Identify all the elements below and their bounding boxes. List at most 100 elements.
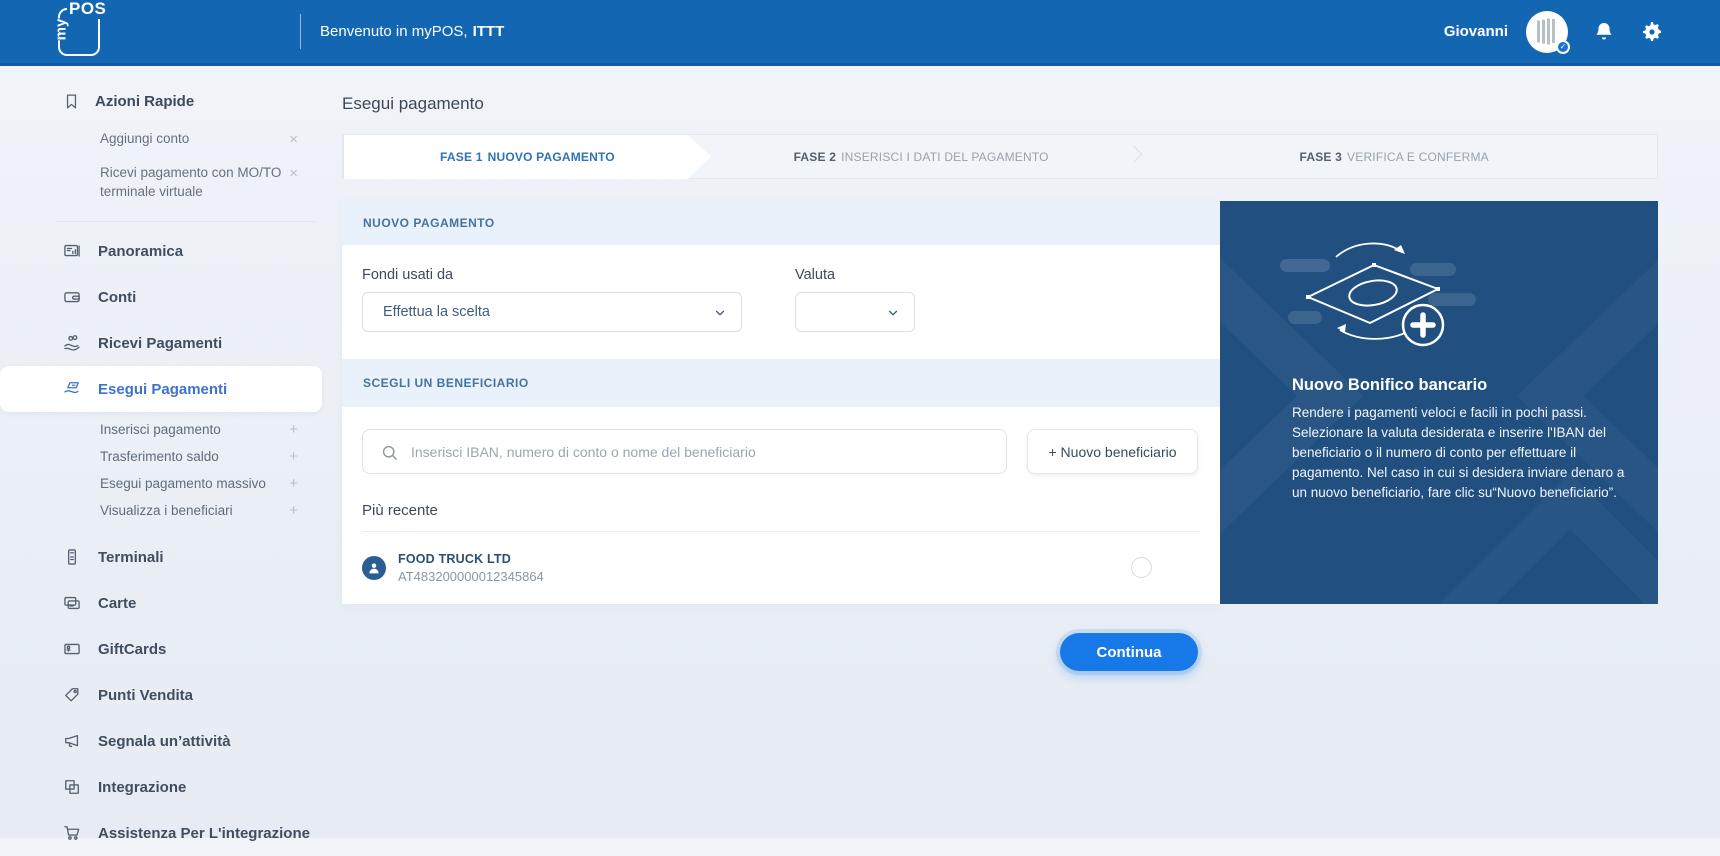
bank-transfer-illustration (1278, 235, 1483, 360)
sidebar-item-terminali[interactable]: Terminali (0, 534, 330, 580)
logo-pos-text: POS (67, 0, 108, 19)
beneficiary-iban: AT483200000012345864 (398, 569, 544, 584)
sidebar-item-label: Panoramica (98, 243, 183, 260)
sidebar-item-label: Punti Vendita (98, 687, 193, 704)
step-label: INSERISCI I DATI DEL PAGAMENTO (841, 150, 1049, 164)
chevron-down-icon (713, 306, 727, 320)
step-phase: FASE 3 (1299, 150, 1342, 164)
sidebar-subitem-visualizza-beneficiari[interactable]: Visualizza i beneficiari + (0, 497, 330, 524)
make-payments-icon (62, 379, 82, 399)
sidebar-divider (56, 221, 316, 222)
close-icon[interactable]: × (289, 130, 298, 149)
megaphone-icon (62, 731, 82, 751)
mypos-logo[interactable]: POS my (58, 8, 100, 56)
welcome-company: ITTT (473, 23, 505, 40)
recent-title: Più recente (362, 502, 1200, 519)
funds-select-value: Effettua la scelta (383, 304, 490, 320)
chevron-down-icon (886, 306, 900, 320)
section-nuovo-pagamento: NUOVO PAGAMENTO (342, 201, 1220, 245)
avatar[interactable]: ✓ (1526, 11, 1568, 53)
welcome-message: Benvenuto in myPOS, ITTT (320, 0, 504, 63)
sidebar-subitem-inserisci-pagamento[interactable]: Inserisci pagamento + (0, 416, 330, 443)
cards-icon (62, 593, 82, 613)
payments-submenu: Inserisci pagamento + Trasferimento sald… (0, 416, 330, 524)
close-icon[interactable]: × (289, 164, 298, 183)
promo-text: Rendere i pagamenti veloci e facili in p… (1292, 403, 1642, 503)
receive-payments-icon (62, 333, 82, 353)
bell-icon[interactable] (1592, 20, 1616, 44)
giftcard-icon (62, 639, 82, 659)
sidebar-item-label: GiftCards (98, 641, 166, 658)
promo-panel: Nuovo Bonifico bancario Rendere i pagame… (1220, 201, 1658, 604)
subitem-label: Esegui pagamento massivo (100, 476, 266, 491)
bookmark-icon (62, 92, 81, 111)
currency-select[interactable] (795, 292, 915, 332)
sidebar-item-integrazione[interactable]: Integrazione (0, 764, 330, 810)
step-phase: FASE 2 (794, 150, 837, 164)
payment-card: NUOVO PAGAMENTO Fondi usati da Effettua … (342, 201, 1220, 604)
plus-icon[interactable]: + (289, 443, 298, 470)
plus-icon[interactable]: + (289, 497, 298, 524)
funds-label: Fondi usati da (362, 267, 742, 283)
quick-actions-title: Azioni Rapide (95, 93, 194, 110)
cart-icon (62, 823, 82, 843)
sidebar-item-label: Carte (98, 595, 136, 612)
beneficiary-row[interactable]: FOOD TRUCK LTD AT483200000012345864 (362, 546, 1200, 590)
step-3-tab[interactable]: FASE 3 VERIFICA E CONFERMA (1131, 135, 1657, 178)
sidebar-item-conti[interactable]: Conti (0, 274, 330, 320)
sidebar-item-azioni-rapide[interactable]: Azioni Rapide (0, 88, 330, 114)
person-icon (366, 560, 382, 576)
sidebar-item-panoramica[interactable]: Panoramica (0, 228, 330, 274)
step-1-tab[interactable]: FASE 1 NUOVO PAGAMENTO (343, 134, 711, 179)
step-label: VERIFICA E CONFERMA (1347, 150, 1489, 164)
step-phase: FASE 1 (440, 150, 483, 164)
sidebar-subitem-pagamento-massivo[interactable]: Esegui pagamento massivo + (0, 470, 330, 497)
sidebar-item-label: Integrazione (98, 779, 186, 796)
step-label: NUOVO PAGAMENTO (488, 150, 615, 164)
building-image (1534, 18, 1560, 46)
plus-icon[interactable]: + (289, 470, 298, 497)
sidebar-item-carte[interactable]: Carte (0, 580, 330, 626)
sidebar-item-assistenza-integrazione[interactable]: Assistenza Per L'integrazione (0, 810, 330, 856)
beneficiary-avatar (362, 556, 386, 580)
search-input[interactable] (363, 430, 1006, 473)
sidebar-item-label: Assistenza Per L'integrazione (98, 825, 310, 842)
beneficiary-radio[interactable] (1131, 557, 1152, 578)
main-content: Esegui pagamento FASE 1 NUOVO PAGAMENTO … (342, 66, 1658, 664)
quick-action-label: Aggiungi conto (100, 131, 189, 146)
promo-title: Nuovo Bonifico bancario (1292, 376, 1638, 395)
promo-line1: Rendere i pagamenti veloci e facili in p… (1292, 403, 1642, 423)
sidebar-item-label: Conti (98, 289, 136, 306)
price-tag-icon (62, 685, 82, 705)
continue-button[interactable]: Continua (1060, 633, 1198, 671)
funds-select[interactable]: Effettua la scelta (362, 292, 742, 332)
quick-action-ricevi-moto[interactable]: Ricevi pagamento con MO/TO terminale vir… (0, 163, 330, 201)
sidebar-item-segnala-attivita[interactable]: Segnala un’attività (0, 718, 330, 764)
sidebar-item-punti-vendita[interactable]: Punti Vendita (0, 672, 330, 718)
wallet-icon (62, 287, 82, 307)
logo-my-text: my (50, 19, 71, 41)
subitem-label: Visualizza i beneficiari (100, 503, 233, 518)
sidebar-item-esegui-pagamenti[interactable]: Esegui Pagamenti (0, 366, 322, 412)
welcome-prefix: Benvenuto in myPOS, (320, 23, 468, 40)
sidebar-item-label: Ricevi Pagamenti (98, 335, 222, 352)
quick-action-aggiungi-conto[interactable]: Aggiungi conto × (0, 129, 330, 148)
sidebar-subitem-trasferimento-saldo[interactable]: Trasferimento saldo + (0, 443, 330, 470)
subitem-label: Trasferimento saldo (100, 449, 219, 464)
subitem-label: Inserisci pagamento (100, 422, 221, 437)
new-beneficiary-button[interactable]: + Nuovo beneficiario (1027, 429, 1198, 474)
step-2-tab[interactable]: FASE 2 INSERISCI I DATI DEL PAGAMENTO (711, 135, 1131, 178)
sidebar-item-ricevi-pagamenti[interactable]: Ricevi Pagamenti (0, 320, 330, 366)
sidebar: Azioni Rapide Aggiungi conto × Ricevi pa… (0, 66, 330, 838)
terminal-icon (62, 547, 82, 567)
header-divider (300, 14, 301, 49)
sidebar-item-label: Terminali (98, 549, 164, 566)
recent-divider (362, 531, 1200, 532)
user-name[interactable]: Giovanni (1444, 23, 1508, 40)
currency-label: Valuta (795, 267, 915, 283)
overview-icon (62, 241, 82, 261)
plus-icon[interactable]: + (289, 416, 298, 443)
sidebar-item-giftcards[interactable]: GiftCards (0, 626, 330, 672)
verified-badge-icon: ✓ (1556, 40, 1570, 54)
gear-icon[interactable] (1640, 20, 1664, 44)
